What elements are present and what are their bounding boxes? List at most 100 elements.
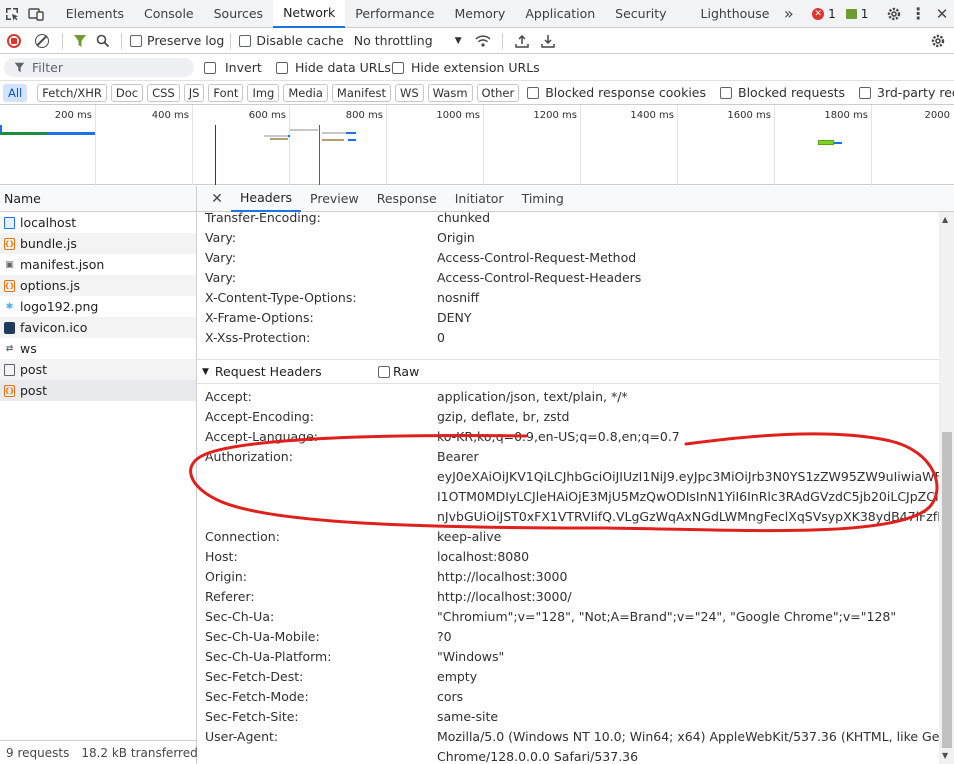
scroll-up-arrow-icon[interactable]: ▲ — [942, 215, 948, 224]
close-devtools-icon[interactable]: ✕ — [930, 0, 954, 28]
filter-input[interactable]: Filter — [4, 58, 194, 77]
header-value[interactable]: empty — [437, 669, 477, 684]
blocked-requests-checkbox[interactable]: Blocked requests — [720, 85, 845, 100]
close-detail-icon[interactable]: ✕ — [203, 185, 231, 213]
request-row[interactable]: {} options.js — [0, 275, 196, 296]
type-filter-manifest[interactable]: Manifest — [331, 83, 391, 102]
header-value[interactable]: Access-Control-Request-Method — [437, 250, 636, 265]
network-conditions-icon[interactable] — [470, 27, 496, 55]
settings-gear-icon[interactable] — [882, 0, 906, 28]
header-value[interactable]: Origin — [437, 230, 475, 245]
inspect-element-icon[interactable] — [0, 0, 24, 28]
request-row[interactable]: {} bundle.js — [0, 233, 196, 254]
header-value[interactable]: Mozilla/5.0 (Windows NT 10.0; Win64; x64… — [437, 729, 939, 744]
invert-checkbox[interactable]: Invert — [204, 60, 262, 75]
search-icon[interactable] — [91, 27, 115, 55]
checkbox-box[interactable] — [378, 365, 390, 378]
tab-response[interactable]: Response — [368, 186, 446, 212]
scrollbar-thumb[interactable] — [942, 432, 952, 748]
request-row[interactable]: post — [0, 359, 196, 380]
tab-security[interactable]: Security — [605, 0, 676, 28]
type-filter-doc[interactable]: Doc — [110, 83, 144, 102]
network-settings-gear-icon[interactable] — [924, 27, 952, 55]
type-filter-other[interactable]: Other — [476, 83, 520, 102]
more-options-icon[interactable]: ⋮ — [906, 0, 930, 28]
header-value[interactable]: Access-Control-Request-Headers — [437, 270, 641, 285]
type-filter-js[interactable]: JS — [183, 83, 205, 102]
tab-lighthouse[interactable]: Lighthouse — [691, 0, 780, 28]
header-value[interactable]: DENY — [437, 310, 472, 325]
filter-funnel-icon[interactable] — [69, 27, 91, 55]
tab-timing[interactable]: Timing — [513, 186, 573, 212]
checkbox-box[interactable] — [239, 34, 252, 47]
request-row[interactable]: ⇄ ws — [0, 338, 196, 359]
type-filter-fetch-xhr[interactable]: Fetch/XHR — [37, 83, 107, 102]
request-row[interactable]: ▣ manifest.json — [0, 254, 196, 275]
header-value[interactable]: cors — [437, 689, 463, 704]
request-headers-section-header[interactable]: ▼ Request Headers Raw — [197, 359, 939, 384]
request-row[interactable]: ✱ logo192.png — [0, 296, 196, 317]
header-value[interactable]: "Chromium";v="128", "Not;A=Brand";v="24"… — [437, 609, 896, 624]
network-overview-timeline[interactable]: 200 ms 400 ms 600 ms 800 ms 1000 ms 1200… — [0, 105, 954, 185]
header-value[interactable]: Chrome/128.0.0.0 Safari/537.36 — [437, 749, 638, 764]
tab-elements[interactable]: Elements — [56, 0, 134, 28]
import-har-icon[interactable] — [509, 27, 535, 55]
header-value[interactable]: http://localhost:3000/ — [437, 589, 572, 604]
type-filter-media[interactable]: Media — [283, 83, 328, 102]
tab-memory[interactable]: Memory — [444, 0, 515, 28]
checkbox-box[interactable] — [527, 86, 540, 99]
header-value[interactable]: gzip, deflate, br, zstd — [437, 409, 569, 424]
header-value[interactable]: localhost:8080 — [437, 549, 529, 564]
type-filter-font[interactable]: Font — [208, 83, 244, 102]
clear-icon[interactable] — [28, 27, 56, 55]
device-toolbar-icon[interactable] — [24, 0, 48, 28]
tab-preview[interactable]: Preview — [301, 186, 368, 212]
request-row[interactable]: localhost — [0, 212, 196, 233]
header-value[interactable]: application/json, text/plain, */* — [437, 389, 628, 404]
collapse-triangle-icon[interactable]: ▼ — [202, 367, 209, 377]
header-value[interactable]: chunked — [437, 212, 490, 225]
tab-console[interactable]: Console — [134, 0, 204, 28]
type-filter-all[interactable]: All — [3, 83, 28, 102]
checkbox-box[interactable] — [720, 86, 732, 99]
header-value[interactable]: same-site — [437, 709, 498, 724]
tab-sources[interactable]: Sources — [204, 0, 273, 28]
tab-network[interactable]: Network — [273, 0, 346, 28]
header-value[interactable]: ?0 — [437, 629, 452, 644]
tab-headers[interactable]: Headers — [231, 186, 302, 212]
more-tabs-icon[interactable]: » — [779, 0, 798, 28]
hide-data-urls-checkbox[interactable]: Hide data URLs — [276, 60, 391, 75]
request-row[interactable]: {} post — [0, 380, 196, 401]
request-row[interactable]: favicon.ico — [0, 317, 196, 338]
type-filter-ws[interactable]: WS — [394, 83, 424, 102]
header-value[interactable]: http://localhost:3000 — [437, 569, 567, 584]
throttling-select[interactable]: No throttling ▼ — [354, 33, 462, 48]
third-party-requests-checkbox[interactable]: 3rd-party requests — [859, 85, 954, 100]
header-value[interactable]: "Windows" — [437, 649, 504, 664]
header-value[interactable]: nosniff — [437, 290, 479, 305]
export-har-icon[interactable] — [535, 27, 561, 55]
scroll-down-arrow-icon[interactable]: ▼ — [942, 751, 948, 760]
checkbox-box[interactable] — [859, 86, 871, 99]
tab-performance[interactable]: Performance — [345, 0, 444, 28]
type-filter-img[interactable]: Img — [247, 83, 280, 102]
timeline-tick-label: 400 ms — [151, 110, 189, 121]
tab-initiator[interactable]: Initiator — [446, 186, 513, 212]
record-stop-icon[interactable] — [0, 27, 28, 55]
hide-extension-urls-checkbox[interactable]: Hide extension URLs — [392, 60, 540, 75]
warning-counter[interactable]: 1 — [845, 7, 868, 21]
type-filter-wasm[interactable]: Wasm — [427, 83, 473, 102]
preserve-log-checkbox[interactable]: Preserve log — [130, 33, 224, 48]
error-counter[interactable]: ✕ 1 — [812, 7, 836, 21]
raw-checkbox[interactable]: Raw — [378, 364, 419, 379]
checkbox-box[interactable] — [392, 61, 404, 74]
blocked-response-cookies-checkbox[interactable]: Blocked response cookies — [527, 85, 706, 100]
type-filter-css[interactable]: CSS — [147, 83, 180, 102]
header-value[interactable]: 0 — [437, 330, 445, 345]
checkbox-box[interactable] — [204, 61, 216, 74]
checkbox-box[interactable] — [130, 34, 142, 47]
disable-cache-checkbox[interactable]: Disable cache — [239, 33, 344, 48]
name-column-header[interactable]: Name — [0, 186, 197, 212]
checkbox-box[interactable] — [276, 61, 288, 74]
tab-application[interactable]: Application — [515, 0, 605, 28]
